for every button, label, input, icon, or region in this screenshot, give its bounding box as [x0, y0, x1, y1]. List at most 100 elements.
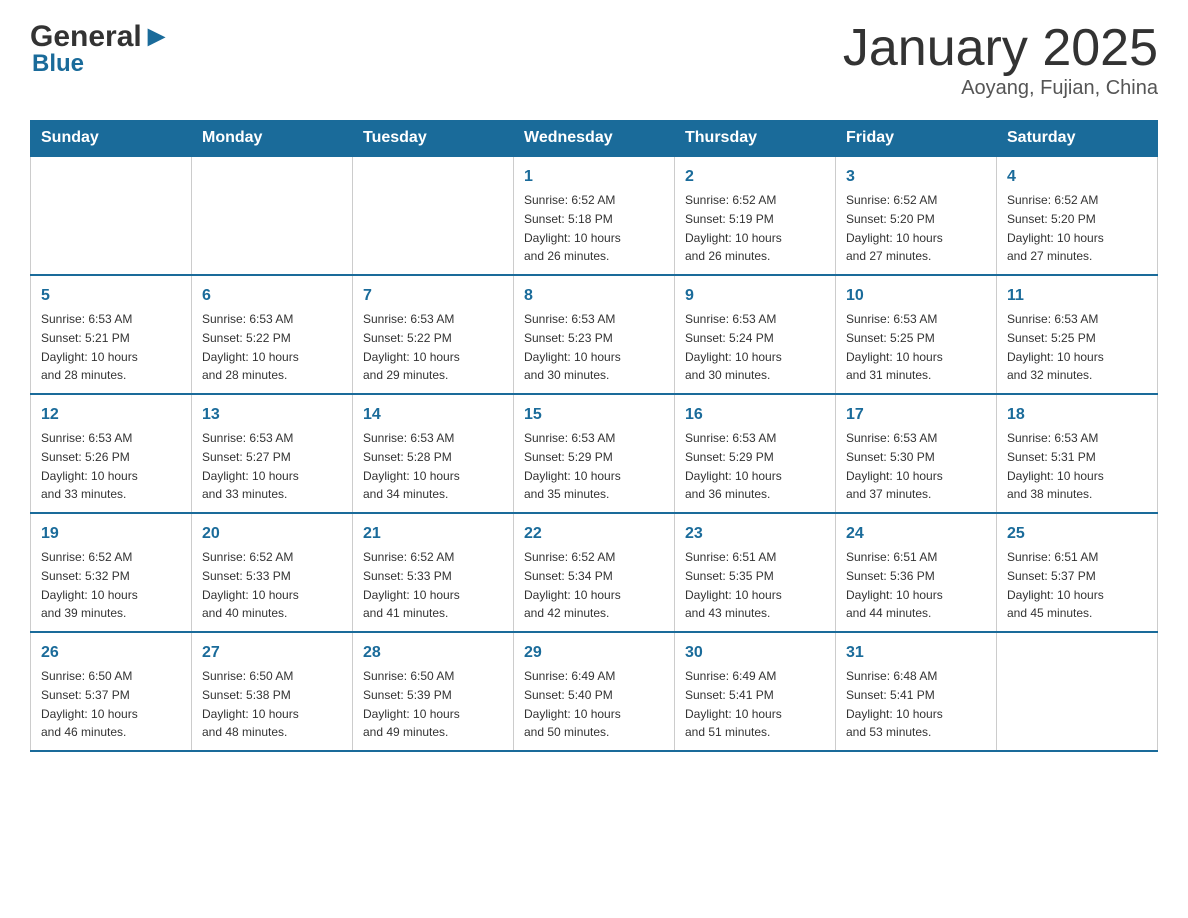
day-info: Sunrise: 6:48 AM Sunset: 5:41 PM Dayligh…	[846, 669, 943, 739]
day-number: 11	[1007, 284, 1147, 308]
weekday-header-sunday: Sunday	[31, 121, 192, 157]
day-info: Sunrise: 6:50 AM Sunset: 5:39 PM Dayligh…	[363, 669, 460, 739]
day-info: Sunrise: 6:52 AM Sunset: 5:32 PM Dayligh…	[41, 550, 138, 620]
day-info: Sunrise: 6:52 AM Sunset: 5:19 PM Dayligh…	[685, 193, 782, 263]
day-number: 22	[524, 522, 664, 546]
calendar-cell: 1 Sunrise: 6:52 AM Sunset: 5:18 PM Daylig…	[514, 156, 675, 275]
day-number: 25	[1007, 522, 1147, 546]
calendar-cell: 3 Sunrise: 6:52 AM Sunset: 5:20 PM Daylig…	[836, 156, 997, 275]
day-number: 8	[524, 284, 664, 308]
calendar-cell: 15Sunrise: 6:53 AM Sunset: 5:29 PM Dayli…	[514, 394, 675, 513]
calendar-cell: 13Sunrise: 6:53 AM Sunset: 5:27 PM Dayli…	[192, 394, 353, 513]
day-info: Sunrise: 6:53 AM Sunset: 5:24 PM Dayligh…	[685, 312, 782, 382]
calendar-cell: 12Sunrise: 6:53 AM Sunset: 5:26 PM Dayli…	[31, 394, 192, 513]
day-number: 1	[524, 165, 664, 189]
day-info: Sunrise: 6:49 AM Sunset: 5:41 PM Dayligh…	[685, 669, 782, 739]
day-number: 10	[846, 284, 986, 308]
calendar-cell	[353, 156, 514, 275]
calendar-cell: 8Sunrise: 6:53 AM Sunset: 5:23 PM Daylig…	[514, 275, 675, 394]
day-info: Sunrise: 6:53 AM Sunset: 5:22 PM Dayligh…	[202, 312, 299, 382]
calendar-cell: 18 Sunrise: 6:53 AM Sunset: 5:31 PM Dayli…	[997, 394, 1158, 513]
day-number: 12	[41, 403, 181, 427]
location: Aoyang, Fujian, China	[843, 77, 1158, 100]
day-number: 17	[846, 403, 986, 427]
day-info: Sunrise: 6:53 AM Sunset: 5:28 PM Dayligh…	[363, 431, 460, 501]
day-number: 23	[685, 522, 825, 546]
calendar-table: SundayMondayTuesdayWednesdayThursdayFrid…	[30, 120, 1158, 752]
weekday-header-friday: Friday	[836, 121, 997, 157]
day-number: 27	[202, 641, 342, 665]
calendar-cell: 4 Sunrise: 6:52 AM Sunset: 5:20 PM Daylig…	[997, 156, 1158, 275]
logo-blue-text: Blue	[30, 50, 84, 78]
calendar-cell: 16 Sunrise: 6:53 AM Sunset: 5:29 PM Dayli…	[675, 394, 836, 513]
calendar-cell: 28 Sunrise: 6:50 AM Sunset: 5:39 PM Dayli…	[353, 632, 514, 751]
day-number: 9	[685, 284, 825, 308]
day-number: 3	[846, 165, 986, 189]
day-number: 24	[846, 522, 986, 546]
day-info: Sunrise: 6:53 AM Sunset: 5:31 PM Dayligh…	[1007, 431, 1104, 501]
calendar-week-row: 12Sunrise: 6:53 AM Sunset: 5:26 PM Dayli…	[31, 394, 1158, 513]
weekday-header-saturday: Saturday	[997, 121, 1158, 157]
calendar-week-row: 5 Sunrise: 6:53 AM Sunset: 5:21 PM Daylig…	[31, 275, 1158, 394]
day-info: Sunrise: 6:53 AM Sunset: 5:21 PM Dayligh…	[41, 312, 138, 382]
calendar-cell: 26Sunrise: 6:50 AM Sunset: 5:37 PM Dayli…	[31, 632, 192, 751]
day-number: 6	[202, 284, 342, 308]
calendar-cell	[997, 632, 1158, 751]
calendar-week-row: 19 Sunrise: 6:52 AM Sunset: 5:32 PM Dayli…	[31, 513, 1158, 632]
calendar-cell: 19 Sunrise: 6:52 AM Sunset: 5:32 PM Dayli…	[31, 513, 192, 632]
title-block: January 2025 Aoyang, Fujian, China	[843, 20, 1158, 100]
calendar-cell: 2 Sunrise: 6:52 AM Sunset: 5:19 PM Daylig…	[675, 156, 836, 275]
month-title: January 2025	[843, 20, 1158, 77]
calendar-cell: 7Sunrise: 6:53 AM Sunset: 5:22 PM Daylig…	[353, 275, 514, 394]
day-info: Sunrise: 6:51 AM Sunset: 5:37 PM Dayligh…	[1007, 550, 1104, 620]
weekday-header-thursday: Thursday	[675, 121, 836, 157]
calendar-cell: 17 Sunrise: 6:53 AM Sunset: 5:30 PM Dayli…	[836, 394, 997, 513]
day-info: Sunrise: 6:52 AM Sunset: 5:33 PM Dayligh…	[202, 550, 299, 620]
calendar-week-row: 1 Sunrise: 6:52 AM Sunset: 5:18 PM Daylig…	[31, 156, 1158, 275]
day-number: 21	[363, 522, 503, 546]
weekday-header-row: SundayMondayTuesdayWednesdayThursdayFrid…	[31, 121, 1158, 157]
day-number: 18	[1007, 403, 1147, 427]
day-info: Sunrise: 6:52 AM Sunset: 5:18 PM Dayligh…	[524, 193, 621, 263]
day-info: Sunrise: 6:52 AM Sunset: 5:33 PM Dayligh…	[363, 550, 460, 620]
calendar-cell: 20 Sunrise: 6:52 AM Sunset: 5:33 PM Dayli…	[192, 513, 353, 632]
day-info: Sunrise: 6:53 AM Sunset: 5:29 PM Dayligh…	[524, 431, 621, 501]
calendar-cell: 6 Sunrise: 6:53 AM Sunset: 5:22 PM Daylig…	[192, 275, 353, 394]
calendar-cell: 9 Sunrise: 6:53 AM Sunset: 5:24 PM Daylig…	[675, 275, 836, 394]
logo-general-blue: ►	[142, 20, 172, 53]
calendar-cell: 23 Sunrise: 6:51 AM Sunset: 5:35 PM Dayli…	[675, 513, 836, 632]
calendar-cell: 27 Sunrise: 6:50 AM Sunset: 5:38 PM Dayli…	[192, 632, 353, 751]
day-number: 5	[41, 284, 181, 308]
day-number: 28	[363, 641, 503, 665]
day-number: 2	[685, 165, 825, 189]
day-info: Sunrise: 6:49 AM Sunset: 5:40 PM Dayligh…	[524, 669, 621, 739]
day-number: 20	[202, 522, 342, 546]
calendar-cell: 29Sunrise: 6:49 AM Sunset: 5:40 PM Dayli…	[514, 632, 675, 751]
day-info: Sunrise: 6:51 AM Sunset: 5:35 PM Dayligh…	[685, 550, 782, 620]
day-info: Sunrise: 6:52 AM Sunset: 5:34 PM Dayligh…	[524, 550, 621, 620]
day-number: 16	[685, 403, 825, 427]
calendar-cell: 10Sunrise: 6:53 AM Sunset: 5:25 PM Dayli…	[836, 275, 997, 394]
weekday-header-tuesday: Tuesday	[353, 121, 514, 157]
day-info: Sunrise: 6:53 AM Sunset: 5:30 PM Dayligh…	[846, 431, 943, 501]
calendar-cell: 21 Sunrise: 6:52 AM Sunset: 5:33 PM Dayli…	[353, 513, 514, 632]
day-info: Sunrise: 6:53 AM Sunset: 5:25 PM Dayligh…	[1007, 312, 1104, 382]
day-info: Sunrise: 6:53 AM Sunset: 5:29 PM Dayligh…	[685, 431, 782, 501]
day-number: 13	[202, 403, 342, 427]
day-info: Sunrise: 6:50 AM Sunset: 5:37 PM Dayligh…	[41, 669, 138, 739]
calendar-cell: 30Sunrise: 6:49 AM Sunset: 5:41 PM Dayli…	[675, 632, 836, 751]
calendar-cell: 22 Sunrise: 6:52 AM Sunset: 5:34 PM Dayli…	[514, 513, 675, 632]
day-info: Sunrise: 6:52 AM Sunset: 5:20 PM Dayligh…	[1007, 193, 1104, 263]
calendar-cell	[192, 156, 353, 275]
day-info: Sunrise: 6:51 AM Sunset: 5:36 PM Dayligh…	[846, 550, 943, 620]
calendar-cell: 14 Sunrise: 6:53 AM Sunset: 5:28 PM Dayli…	[353, 394, 514, 513]
day-info: Sunrise: 6:52 AM Sunset: 5:20 PM Dayligh…	[846, 193, 943, 263]
day-info: Sunrise: 6:53 AM Sunset: 5:22 PM Dayligh…	[363, 312, 460, 382]
day-number: 14	[363, 403, 503, 427]
calendar-cell	[31, 156, 192, 275]
day-number: 19	[41, 522, 181, 546]
day-info: Sunrise: 6:50 AM Sunset: 5:38 PM Dayligh…	[202, 669, 299, 739]
logo-general-text: General►	[30, 20, 171, 54]
page-header: General► Blue January 2025 Aoyang, Fujia…	[30, 20, 1158, 100]
day-number: 4	[1007, 165, 1147, 189]
